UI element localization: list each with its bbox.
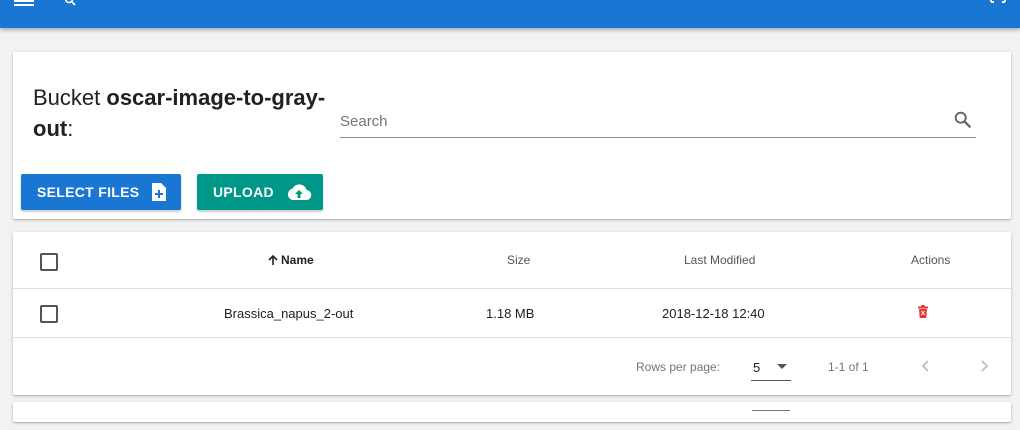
search-input[interactable] <box>340 109 930 133</box>
table-header: Name Size Last Modified Actions <box>13 232 1011 289</box>
row-checkbox[interactable] <box>40 305 58 323</box>
arrow-up-icon <box>267 254 279 266</box>
bucket-prefix: Bucket <box>33 85 107 110</box>
search-icon[interactable] <box>952 109 974 131</box>
select-files-button[interactable]: SELECT FILES <box>21 174 181 210</box>
bucket-suffix: : <box>67 116 74 141</box>
rows-per-page-value: 5 <box>753 360 761 375</box>
search-field <box>340 107 976 138</box>
file-size: 1.18 MB <box>486 306 535 321</box>
table-pagination: Rows per page: 5 1-1 of 1 <box>13 338 1011 395</box>
pagination-range: 1-1 of 1 <box>828 360 869 374</box>
dropdown-icon <box>777 364 787 369</box>
table-row[interactable]: Brassica_napus_2-out 1.18 MB 2018-12-18 … <box>13 289 1011 338</box>
column-header-name[interactable]: Name <box>267 253 314 267</box>
column-header-size[interactable]: Size <box>507 253 530 267</box>
menu-icon[interactable] <box>14 0 34 6</box>
files-table: Name Size Last Modified Actions Brassica… <box>13 232 1011 395</box>
chevron-right-icon[interactable] <box>977 358 991 374</box>
fullscreen-icon[interactable] <box>990 0 1006 6</box>
search-icon[interactable] <box>64 0 78 8</box>
upload-button[interactable]: UPLOAD <box>197 174 323 210</box>
select-files-label: SELECT FILES <box>37 184 140 200</box>
app-bar <box>0 0 1020 28</box>
bucket-card: Bucket oscar-image-to-gray-out: SELECT F… <box>13 52 1011 219</box>
chevron-left-icon[interactable] <box>919 358 933 374</box>
page-title: Bucket oscar-image-to-gray-out: <box>33 82 363 144</box>
rows-per-page-select[interactable]: 5 <box>751 354 791 381</box>
upload-label: UPLOAD <box>213 184 274 200</box>
cloud-upload-icon <box>286 183 312 201</box>
file-last-modified: 2018-12-18 12:40 <box>662 306 765 321</box>
rows-per-page-label: Rows per page: <box>636 360 721 374</box>
select-all-checkbox[interactable] <box>40 253 58 271</box>
column-name-label: Name <box>281 253 314 267</box>
column-header-last-modified[interactable]: Last Modified <box>684 253 755 267</box>
column-header-actions: Actions <box>911 253 951 267</box>
file-name: Brassica_napus_2-out <box>224 306 354 321</box>
delete-icon[interactable] <box>917 305 929 321</box>
divider <box>752 410 790 411</box>
secondary-card <box>13 402 1011 422</box>
file-add-icon <box>151 182 167 202</box>
